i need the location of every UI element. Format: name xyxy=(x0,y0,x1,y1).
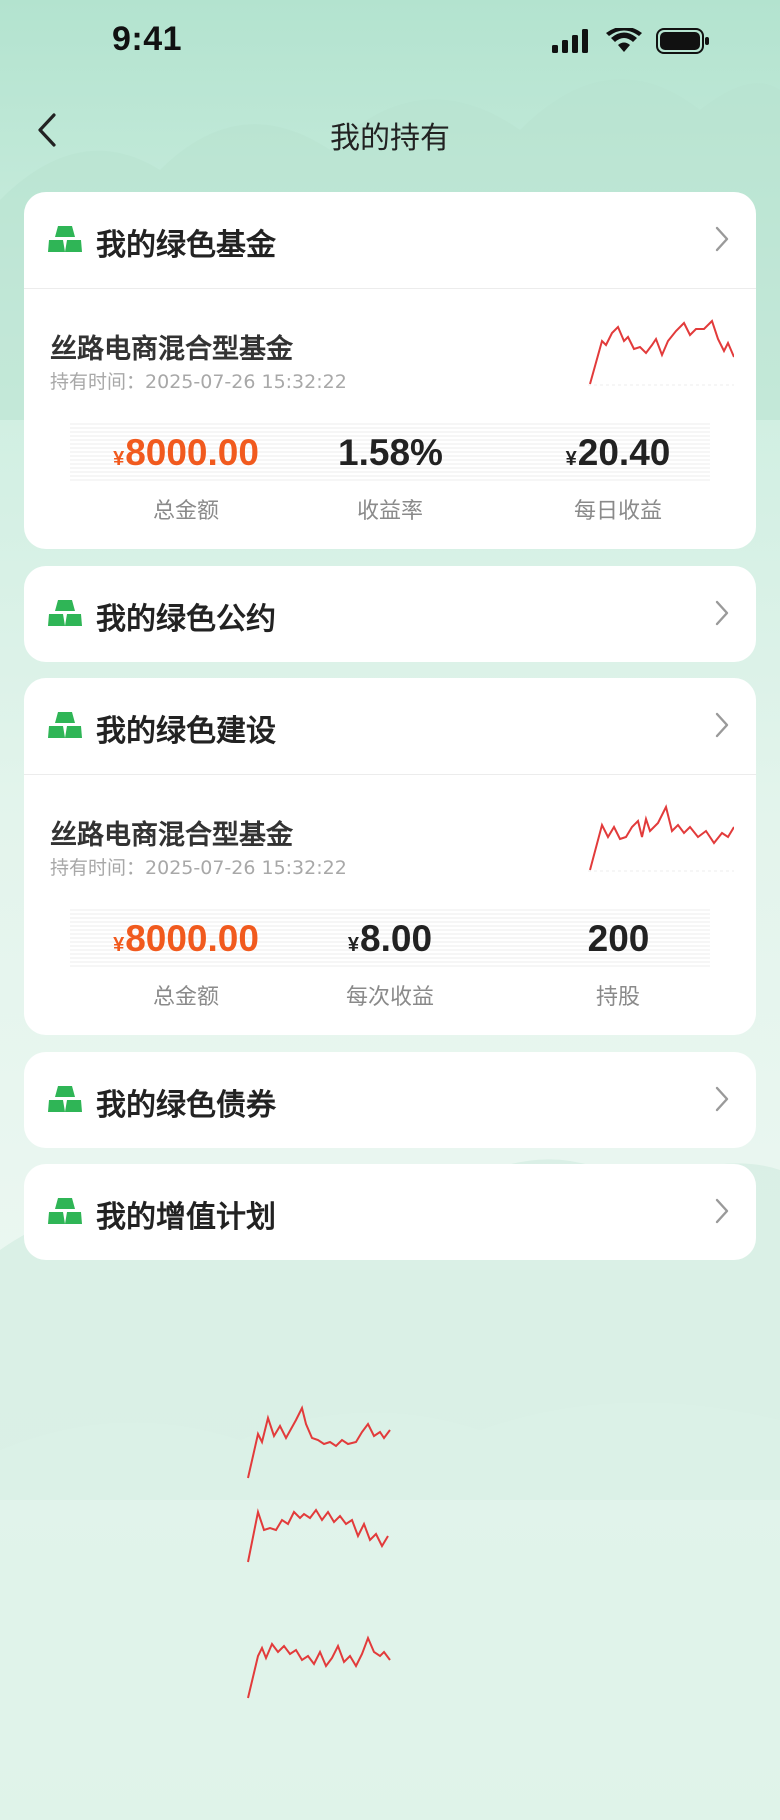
section-title: 我的绿色公约 xyxy=(96,602,276,637)
status-bar: 9:41 xyxy=(0,0,780,90)
chevron-right-icon xyxy=(715,226,729,252)
stat-label: 总金额 xyxy=(152,499,219,524)
currency-symbol: ¥ xyxy=(113,934,125,956)
section-header-green-fund[interactable]: 我的绿色基金 xyxy=(24,192,756,288)
gold-bars-icon xyxy=(48,1086,82,1112)
holding-item[interactable]: 丝路电商混合型基金 持有时间：2025-07-26 15:32:22 ¥8000… xyxy=(24,289,756,547)
currency-symbol: ¥ xyxy=(565,448,577,470)
section-title: 我的绿色债券 xyxy=(96,1088,276,1123)
wifi-icon xyxy=(606,28,642,52)
card-green-bond: 我的绿色债券 xyxy=(24,1052,756,1148)
gold-bars-icon xyxy=(48,600,82,626)
holding-time: 持有时间：2025-07-26 15:32:22 xyxy=(50,853,347,880)
stat-total-amount: ¥8000.00 总金额 xyxy=(76,423,296,525)
stat-yield-rate: 1.58% 收益率 xyxy=(280,423,500,525)
section-title: 我的绿色基金 xyxy=(96,228,276,263)
stat-value: 8000.00 xyxy=(125,432,259,473)
section-header-green-construction[interactable]: 我的绿色建设 xyxy=(24,678,756,774)
section-header-value-added-plan[interactable]: 我的增值计划 xyxy=(24,1164,756,1260)
status-icons xyxy=(552,28,710,54)
stat-value: 200 xyxy=(587,918,650,959)
sparkline-chart xyxy=(247,1508,389,1563)
sparkline-chart xyxy=(588,804,734,872)
stat-value: 8000.00 xyxy=(125,918,259,959)
fund-name: 丝路电商混合型基金 xyxy=(50,334,293,365)
cellular-signal-icon xyxy=(552,29,588,53)
holding-time-label: 持有时间： xyxy=(50,371,146,393)
section-title: 我的绿色建设 xyxy=(96,714,276,749)
stat-value: 1.58% xyxy=(338,432,443,473)
card-green-construction: 我的绿色建设 丝路电商混合型基金 持有时间：2025-07-26 15:32:2… xyxy=(24,678,756,1035)
card-green-pact: 我的绿色公约 xyxy=(24,566,756,662)
stat-label: 持股 xyxy=(595,985,640,1010)
holding-time: 持有时间：2025-07-26 15:32:22 xyxy=(50,367,347,394)
gold-bars-icon xyxy=(48,712,82,738)
section-header-green-pact[interactable]: 我的绿色公约 xyxy=(24,566,756,662)
holding-time-value: 2025-07-26 15:32:22 xyxy=(145,371,347,393)
currency-symbol: ¥ xyxy=(347,934,360,956)
battery-icon xyxy=(656,28,709,54)
stat-daily-income: ¥20.40 每日收益 xyxy=(508,423,728,525)
stat-total-amount: ¥8000.00 总金额 xyxy=(76,909,296,1011)
stat-label: 每日收益 xyxy=(573,499,662,524)
stat-label: 总金额 xyxy=(152,985,219,1010)
stat-income-per-time: ¥8.00 每次收益 xyxy=(280,909,500,1011)
page-title: 我的持有 xyxy=(330,121,450,156)
section-title: 我的增值计划 xyxy=(96,1200,276,1235)
stat-value: 8.00 xyxy=(360,918,433,959)
sparkline-chart xyxy=(588,319,734,386)
card-value-added-plan: 我的增值计划 xyxy=(24,1164,756,1260)
gold-bars-icon xyxy=(48,226,82,252)
stat-value: 20.40 xyxy=(577,432,671,473)
chevron-right-icon xyxy=(715,1086,729,1112)
currency-symbol: ¥ xyxy=(113,448,125,470)
section-header-green-bond[interactable]: 我的绿色债券 xyxy=(24,1052,756,1148)
status-time: 9:41 xyxy=(112,20,183,58)
navigation-bar: 我的持有 xyxy=(0,95,780,169)
chevron-right-icon xyxy=(715,1198,729,1224)
chevron-right-icon xyxy=(715,600,729,626)
fund-name: 丝路电商混合型基金 xyxy=(50,820,293,851)
sparkline-chart xyxy=(247,1635,391,1699)
stat-shares-held: 200 持股 xyxy=(508,909,728,1011)
chevron-right-icon xyxy=(715,712,729,738)
gold-bars-icon xyxy=(48,1198,82,1224)
stat-label: 每次收益 xyxy=(345,985,434,1010)
sparkline-chart xyxy=(247,1405,391,1479)
stat-label: 收益率 xyxy=(356,499,423,524)
holding-time-value: 2025-07-26 15:32:22 xyxy=(145,857,347,879)
holding-time-label: 持有时间： xyxy=(50,857,146,879)
card-green-fund: 我的绿色基金 丝路电商混合型基金 持有时间：2025-07-26 15:32:2… xyxy=(24,192,756,549)
holding-item[interactable]: 丝路电商混合型基金 持有时间：2025-07-26 15:32:22 ¥8000… xyxy=(24,775,756,1033)
